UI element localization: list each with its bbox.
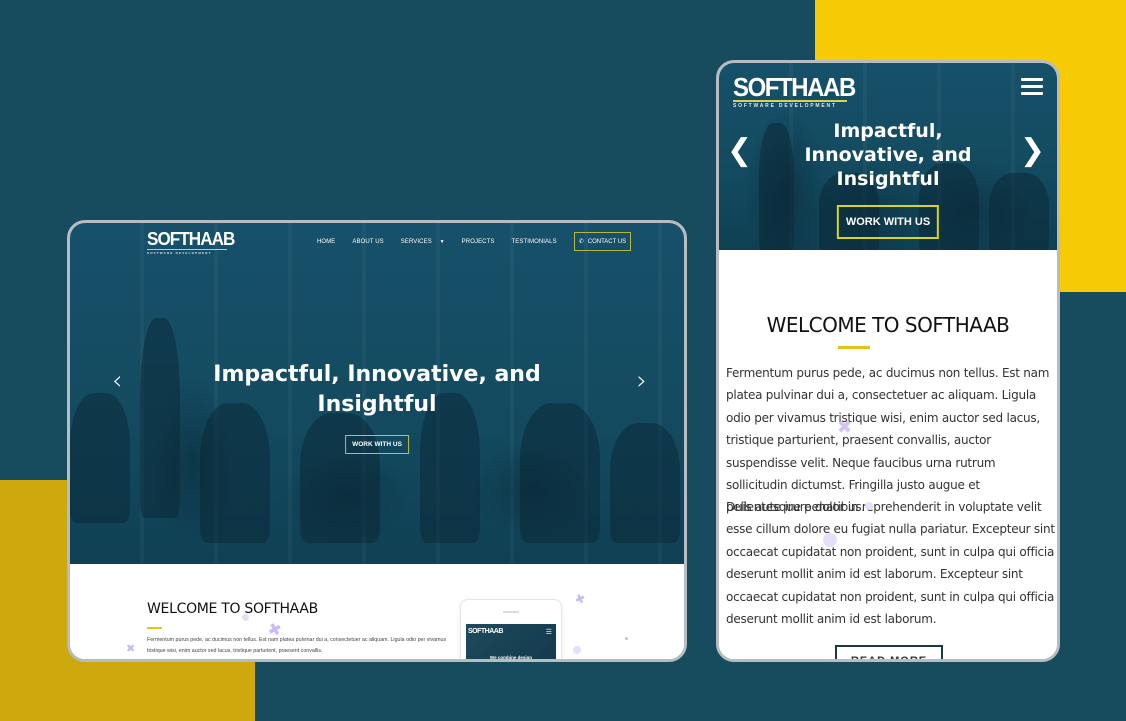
nav-menu: HOME ABOUT US SERVICES ▼ PROJECTS TESTIM… — [317, 232, 632, 251]
desktop-mockup: SOFTHAAB SOFTWARE DEVELOPMENT HOME ABOUT… — [67, 220, 687, 662]
logo[interactable]: SOFTHAAB SOFTWARE DEVELOPMENT — [147, 230, 239, 255]
welcome-paragraph: Fermentum purus pede, ac ducimus non tel… — [147, 637, 447, 654]
hero-banner: SOFTHAAB SOFTWARE DEVELOPMENT HOME ABOUT… — [70, 223, 684, 564]
chevron-right-icon[interactable]: › — [637, 366, 647, 396]
work-with-us-button[interactable]: WORK WITH US — [345, 435, 409, 454]
nav-item-services[interactable]: SERVICES ▼ — [401, 239, 445, 245]
nav-item-home[interactable]: HOME — [317, 239, 335, 245]
hamburger-icon[interactable] — [1021, 78, 1043, 95]
hero-silhouette — [300, 413, 380, 543]
logo[interactable]: SOFTHAAB SOFTWARE DEVELOPMENT — [733, 74, 865, 109]
phone-screen: SOFTHAAB ☰ We combine design — [466, 624, 556, 660]
nav-item-testimonials[interactable]: TESTIMONIALS — [511, 239, 556, 245]
hero-title: Impactful, Innovative, and Insightful — [804, 120, 972, 190]
decor-cross-icon: ✖ — [126, 642, 136, 655]
hamburger-icon: ☰ — [545, 629, 552, 636]
read-more-button[interactable]: READ MORE — [835, 645, 943, 659]
contact-us-button[interactable]: ✆ CONTACT US — [573, 232, 632, 251]
caret-down-icon: ▼ — [439, 238, 445, 245]
chevron-right-icon[interactable]: ❯ — [1020, 133, 1045, 168]
logo-underline — [147, 249, 227, 250]
mini-logo: SOFTHAAB — [468, 628, 503, 635]
nav-item-about-us[interactable]: ABOUT US — [352, 239, 383, 245]
hero-silhouette — [520, 403, 600, 543]
heading-underline — [838, 346, 870, 349]
mini-caption: We combine design — [489, 655, 533, 660]
logo-wordmark: SOFTHAAB — [733, 72, 856, 102]
hero-silhouette — [200, 403, 270, 543]
welcome-paragraph-2: Duis aute irure dolor in reprehenderit i… — [726, 500, 1055, 627]
logo-tagline: SOFTWARE DEVELOPMENT — [147, 251, 212, 255]
welcome-heading: WELCOME TO SOFTHAAB — [766, 313, 1010, 337]
welcome-section: WELCOME TO SOFTHAAB Fermentum purus pede… — [70, 564, 684, 660]
mobile-mockup: SOFTHAAB SOFTWARE DEVELOPMENT ❮ Impactfu… — [716, 60, 1060, 662]
logo-wordmark: SOFTHAAB — [147, 229, 235, 249]
mini-phone-mockup: SOFTHAAB ☰ We combine design — [460, 599, 562, 660]
nav-item-projects[interactable]: PROJECTS — [462, 239, 495, 245]
top-nav: SOFTHAAB SOFTWARE DEVELOPMENT HOME ABOUT… — [70, 223, 684, 263]
nav-item-services-label: SERVICES — [400, 238, 432, 245]
heading-underline — [147, 627, 162, 629]
contact-us-label: CONTACT US — [587, 238, 627, 245]
hero-title: Impactful, Innovative, and Insightful — [213, 362, 541, 417]
decor-cross-icon: ✖ — [572, 590, 588, 608]
decor-dot — [625, 637, 628, 640]
work-with-us-button[interactable]: WORK WITH US — [836, 205, 940, 239]
logo-tagline: SOFTWARE DEVELOPMENT — [733, 103, 837, 109]
welcome-heading: WELCOME TO SOFTHAAB — [147, 601, 318, 617]
hero-silhouette — [610, 423, 680, 543]
phone-speaker — [503, 611, 519, 613]
welcome-section: WELCOME TO SOFTHAAB Fermentum purus pede… — [719, 250, 1057, 659]
decor-dot — [573, 646, 581, 654]
hero-banner: SOFTHAAB SOFTWARE DEVELOPMENT ❮ Impactfu… — [719, 63, 1057, 253]
phone-icon: ✆ — [578, 239, 584, 245]
